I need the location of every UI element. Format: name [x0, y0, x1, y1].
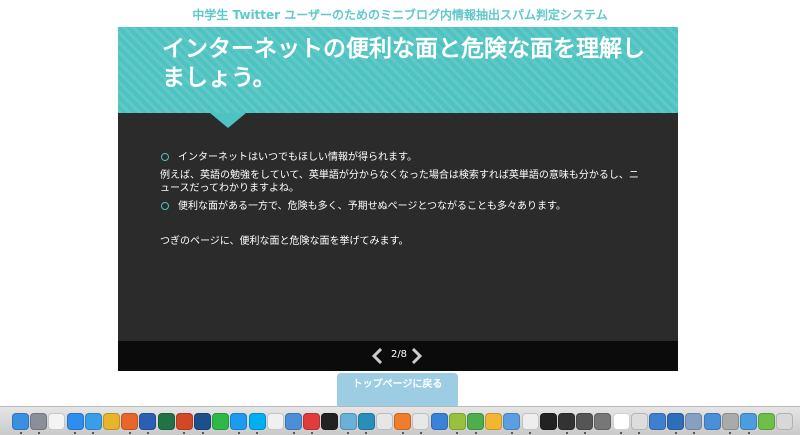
word-icon[interactable] — [139, 413, 157, 430]
app-icon[interactable] — [576, 413, 594, 430]
slide-heading: インターネットの便利な面と危険な面を理解しましょう。 — [162, 36, 645, 91]
terminal-icon[interactable] — [539, 413, 557, 430]
app-icon[interactable] — [485, 413, 503, 430]
app-icon[interactable] — [376, 413, 393, 430]
app-icon[interactable] — [740, 413, 757, 430]
circle-bullet-icon — [161, 202, 169, 210]
slide-navigation: 2/8 — [118, 341, 678, 371]
app-icon[interactable] — [412, 413, 430, 430]
paragraph-text: つぎのページに、便利な面と危険な面を挙げてみます。 — [160, 236, 409, 247]
app-icon[interactable] — [357, 413, 375, 430]
line-icon[interactable] — [212, 413, 230, 430]
skype-icon[interactable] — [248, 413, 266, 430]
finder-icon[interactable] — [12, 413, 29, 430]
app-icon[interactable] — [758, 413, 776, 430]
app-icon[interactable] — [649, 413, 666, 430]
calendar-icon[interactable] — [48, 413, 66, 430]
bullet-text: インターネットはいつでもほしい情報が得られます。 — [178, 152, 417, 163]
app-icon[interactable] — [521, 413, 539, 430]
app-icon[interactable] — [667, 413, 685, 430]
app-icon[interactable] — [503, 413, 521, 430]
launchpad-icon[interactable] — [30, 413, 48, 430]
twitter-icon[interactable] — [230, 413, 248, 430]
app-icon[interactable] — [630, 413, 648, 430]
app-icon[interactable] — [594, 413, 612, 430]
trash-icon[interactable] — [776, 413, 794, 430]
chrome-icon[interactable] — [103, 413, 120, 430]
app-store-icon[interactable] — [66, 413, 84, 430]
sublime-icon[interactable] — [394, 413, 412, 430]
bullet-item: 便利な面がある一方で、危険も多く、予期せぬページとつながることも多々あります。 — [160, 200, 640, 213]
video-icon[interactable] — [303, 413, 321, 430]
excel-icon[interactable] — [157, 413, 175, 430]
messages-icon[interactable] — [285, 413, 302, 430]
page-title: 中学生 Twitter ユーザーのためのミニブログ内情報抽出スパム判定システム — [192, 8, 608, 22]
dock — [0, 406, 800, 435]
app-icon[interactable] — [339, 413, 357, 430]
app-icon[interactable] — [721, 413, 739, 430]
circle-bullet-icon — [161, 153, 169, 161]
app-icon[interactable] — [703, 413, 721, 430]
app-icon[interactable] — [266, 413, 284, 430]
app-icon[interactable] — [685, 413, 703, 430]
activity-icon[interactable] — [558, 413, 575, 430]
bullet-item: インターネットはいつでもほしい情報が得られます。 — [160, 151, 640, 164]
paragraph-text: 例えば、英語の勉強をしていて、英単語が分からなくなった場合は検索すれば英単語の意… — [160, 170, 639, 194]
prev-slide-icon[interactable] — [370, 348, 384, 364]
app-icon[interactable] — [612, 413, 630, 430]
slide-header: インターネットの便利な面と危険な面を理解しましょう。 — [118, 27, 678, 113]
bullet-text: 便利な面がある一方で、危険も多く、予期せぬページとつながることも多々あります。 — [178, 201, 566, 212]
firefox-icon[interactable] — [121, 413, 139, 430]
app-icon[interactable] — [467, 413, 484, 430]
xcode-icon[interactable] — [430, 413, 448, 430]
android-icon[interactable] — [448, 413, 466, 430]
slide-header-notch — [210, 113, 246, 128]
back-to-top-button[interactable]: トップページに戻る — [337, 373, 458, 409]
powerpoint-icon[interactable] — [175, 413, 193, 430]
unity-icon[interactable] — [321, 413, 339, 430]
page-indicator: 2/8 — [390, 349, 408, 360]
next-slide-icon[interactable] — [410, 348, 424, 364]
photoshop-icon[interactable] — [194, 413, 211, 430]
slide-body: インターネットはいつでもほしい情報が得られます。 例えば、英語の勉強をしていて、… — [160, 151, 640, 248]
safari-icon[interactable] — [84, 413, 102, 430]
slide: インターネットの便利な面と危険な面を理解しましょう。 インターネットはいつでもほ… — [118, 27, 678, 371]
